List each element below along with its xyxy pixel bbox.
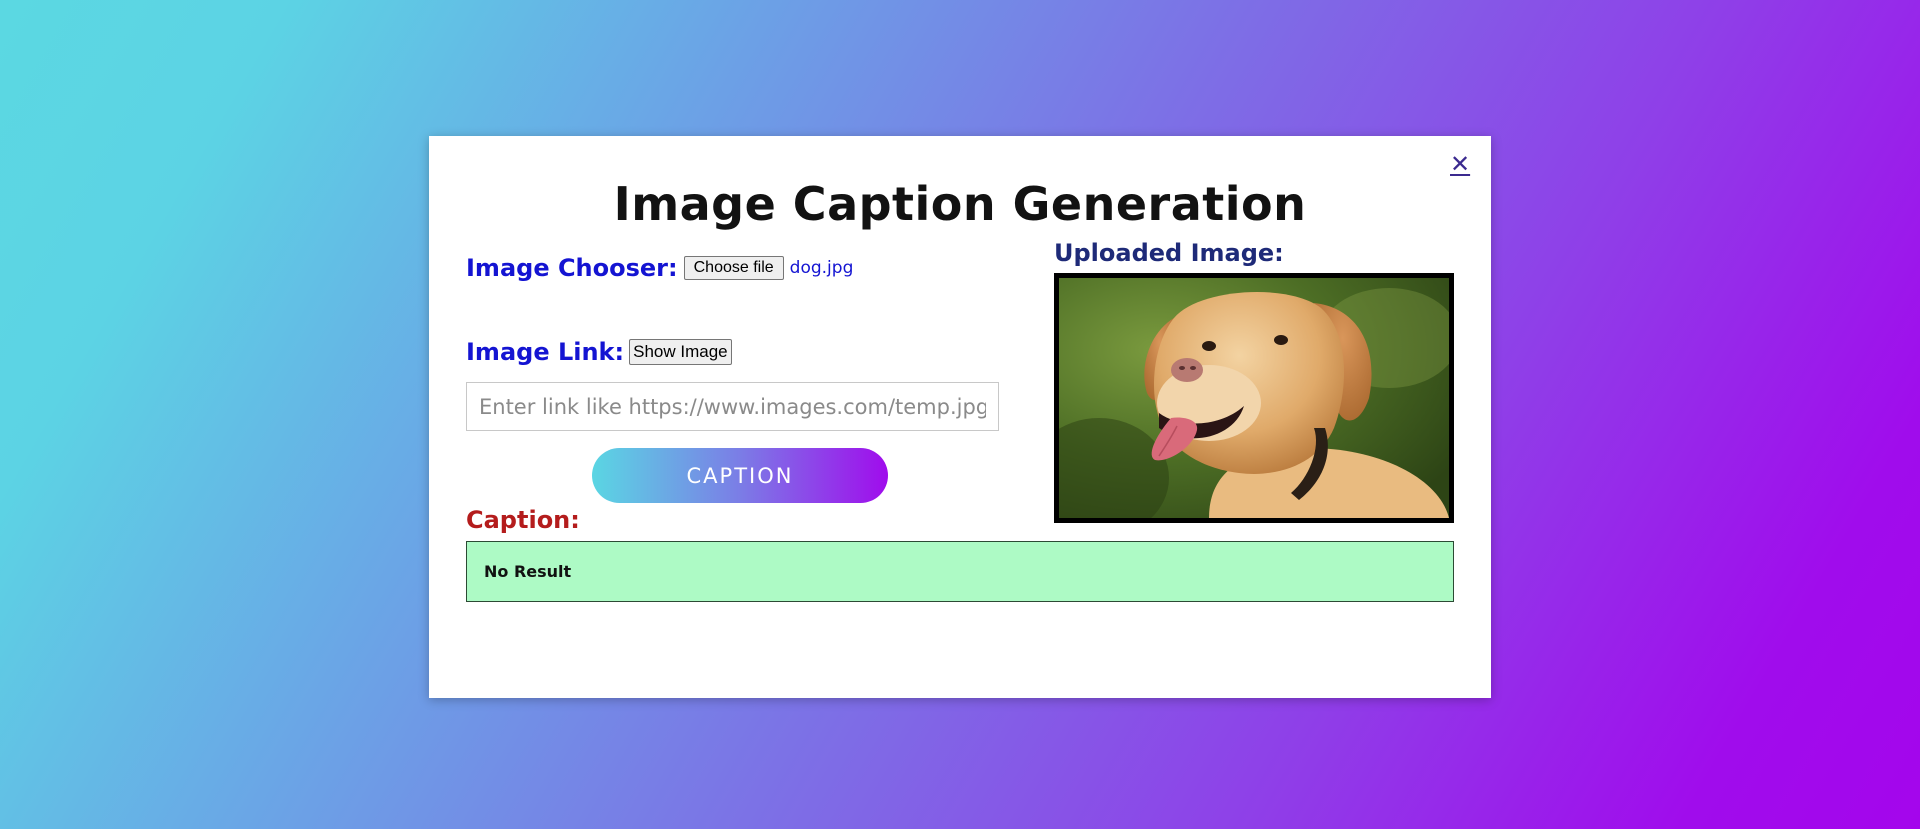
image-link-row: Image Link: Show Image	[466, 338, 732, 366]
page-title: Image Caption Generation	[613, 177, 1307, 231]
choose-file-button[interactable]: Choose file	[683, 256, 784, 280]
uploaded-image	[1054, 273, 1454, 523]
chosen-file-name: dog.jpg	[789, 258, 854, 278]
caption-button[interactable]: CAPTION	[592, 448, 888, 503]
image-chooser-label: Image Chooser:	[466, 254, 678, 282]
caption-label: Caption:	[466, 506, 580, 534]
image-link-label: Image Link:	[466, 338, 625, 366]
caption-result-box: No Result	[466, 541, 1454, 602]
uploaded-image-label: Uploaded Image:	[1054, 239, 1284, 267]
dog-photo	[1059, 278, 1449, 518]
caption-modal: ✕ Image Caption Generation Image Chooser…	[429, 136, 1491, 698]
caption-result-text: No Result	[484, 562, 572, 581]
image-link-input[interactable]	[466, 382, 999, 431]
close-icon[interactable]: ✕	[1450, 152, 1470, 176]
show-image-button[interactable]: Show Image	[629, 339, 732, 365]
image-chooser-row: Image Chooser: Choose file dog.jpg	[466, 254, 853, 282]
